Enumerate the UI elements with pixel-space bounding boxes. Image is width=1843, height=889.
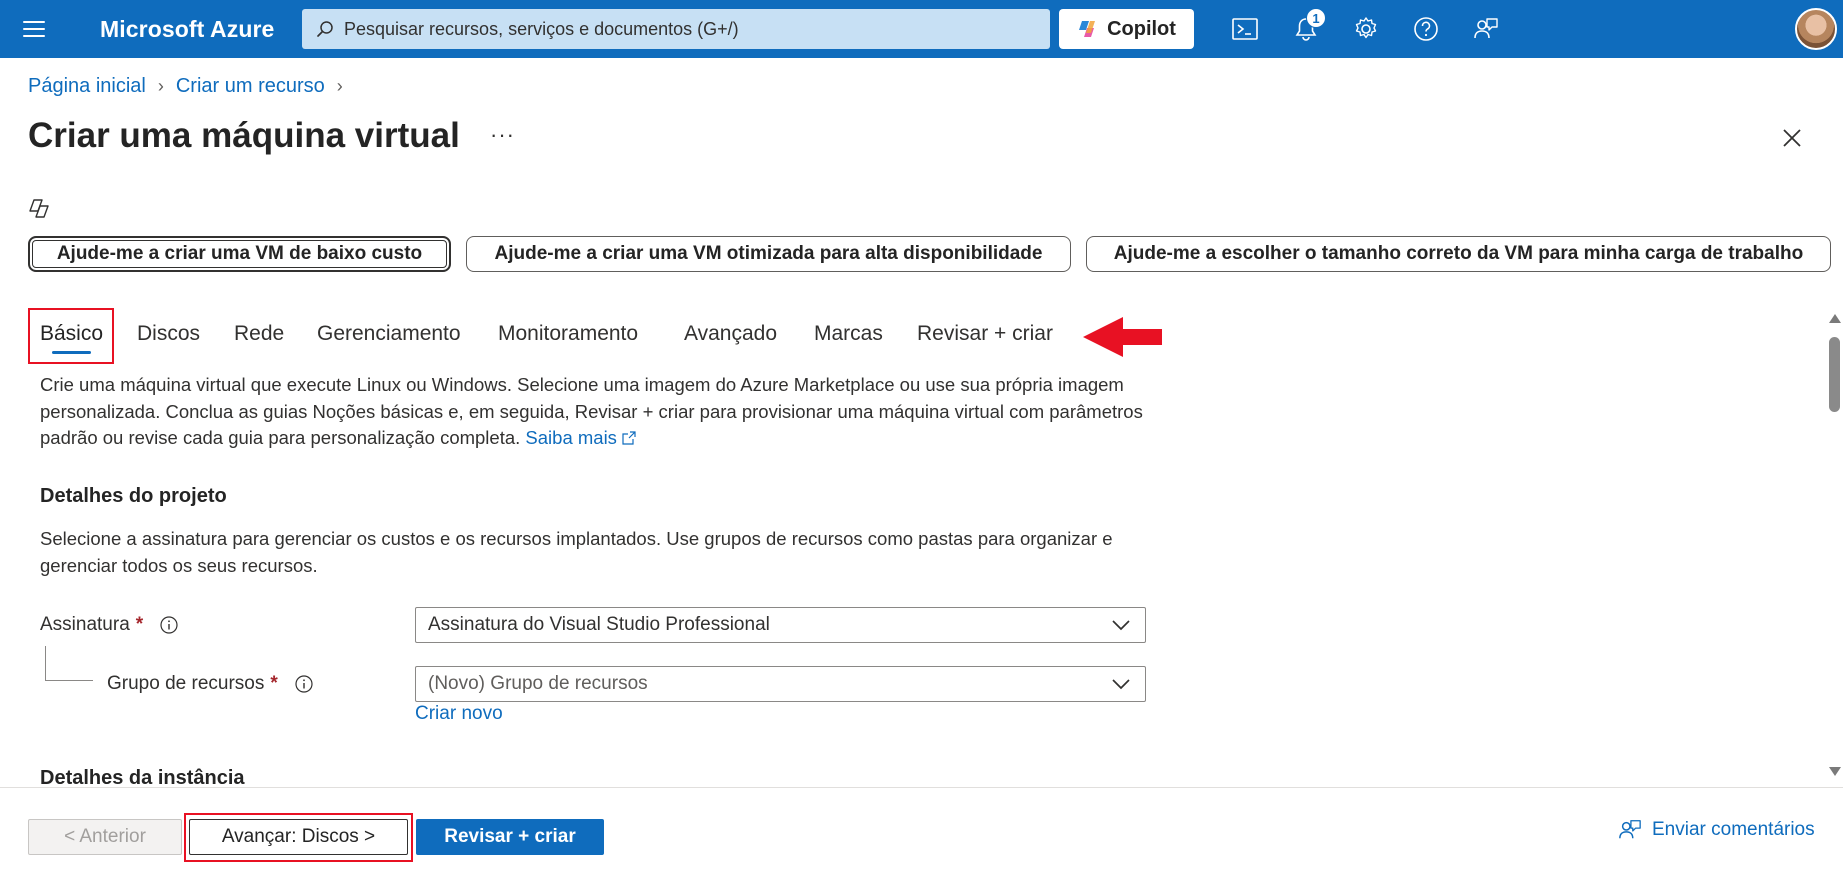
subscription-value: Assinatura do Visual Studio Professional [428, 614, 770, 635]
info-icon[interactable] [159, 615, 179, 635]
chevron-right-icon: › [336, 76, 343, 96]
more-options-button[interactable]: ··· [490, 122, 515, 148]
tab-advanced[interactable]: Avançado [684, 308, 777, 360]
search-input[interactable] [344, 18, 1024, 40]
learn-more-link[interactable]: Saiba mais [525, 427, 636, 448]
previous-button[interactable]: < Anterior [28, 819, 182, 855]
highlight-box [28, 308, 114, 364]
tree-connector [45, 646, 93, 681]
chevron-right-icon: › [157, 76, 164, 96]
external-link-icon [622, 431, 636, 445]
search-icon [317, 21, 333, 37]
prompt-low-cost-vm[interactable]: Ajude-me a criar uma VM de baixo custo [28, 236, 451, 272]
copilot-button[interactable]: Copilot [1059, 9, 1194, 49]
top-bar: Microsoft Azure Copilot 1 [0, 0, 1843, 58]
chevron-down-icon [1112, 679, 1130, 690]
intro-text: Crie uma máquina virtual que execute Lin… [40, 372, 1150, 452]
notification-badge: 1 [1306, 8, 1326, 28]
copilot-outline-icon [29, 199, 49, 218]
tab-monitoring[interactable]: Monitoramento [498, 308, 638, 360]
red-arrow-annotation [1083, 317, 1162, 357]
breadcrumb: Página inicial › Criar um recurso › [28, 75, 355, 98]
menu-icon[interactable] [22, 17, 46, 41]
create-new-link[interactable]: Criar novo [415, 703, 503, 725]
scroll-down-arrow-icon[interactable] [1829, 767, 1841, 776]
feedback-icon [1619, 820, 1641, 839]
avatar[interactable] [1795, 8, 1837, 50]
close-icon[interactable] [1778, 124, 1806, 152]
tab-management[interactable]: Gerenciamento [317, 308, 461, 360]
send-feedback-link[interactable]: Enviar comentários [1618, 818, 1815, 842]
tab-disks[interactable]: Discos [137, 308, 200, 360]
breadcrumb-home[interactable]: Página inicial [28, 75, 146, 98]
resource-group-label: Grupo de recursos * [107, 673, 314, 695]
project-details-heading: Detalhes do projeto [40, 485, 227, 507]
project-details-description: Selecione a assinatura para gerenciar os… [40, 528, 1113, 576]
cloud-shell-icon[interactable] [1230, 14, 1260, 44]
required-mark: * [135, 614, 144, 635]
subscription-select[interactable]: Assinatura do Visual Studio Professional [415, 607, 1146, 643]
page-title: Criar uma máquina virtual [28, 116, 460, 155]
gear-icon[interactable] [1351, 14, 1381, 44]
help-icon[interactable] [1411, 14, 1441, 44]
tab-tags[interactable]: Marcas [814, 308, 883, 360]
breadcrumb-create-resource[interactable]: Criar um recurso [176, 75, 325, 98]
scroll-up-arrow-icon[interactable] [1829, 314, 1841, 323]
tab-review-create[interactable]: Revisar + criar [917, 308, 1053, 360]
copilot-icon [1079, 21, 1096, 37]
prompt-high-availability-vm[interactable]: Ajude-me a criar uma VM otimizada para a… [466, 236, 1071, 272]
info-icon[interactable] [294, 674, 314, 694]
resource-group-select[interactable]: (Novo) Grupo de recursos [415, 666, 1146, 702]
review-create-button[interactable]: Revisar + criar [416, 819, 604, 855]
chevron-down-icon [1112, 620, 1130, 631]
copilot-label: Copilot [1107, 17, 1176, 40]
required-mark: * [270, 673, 278, 694]
prompt-vm-size[interactable]: Ajude-me a escolher o tamanho correto da… [1086, 236, 1831, 272]
search-box[interactable] [302, 9, 1050, 49]
subscription-label: Assinatura * [40, 614, 179, 636]
tab-network[interactable]: Rede [234, 308, 284, 360]
feedback-icon[interactable] [1471, 14, 1501, 44]
scrollbar-thumb[interactable] [1829, 337, 1840, 412]
brand-title[interactable]: Microsoft Azure [100, 16, 274, 43]
resource-group-value: (Novo) Grupo de recursos [428, 673, 648, 694]
highlight-box [184, 813, 413, 862]
